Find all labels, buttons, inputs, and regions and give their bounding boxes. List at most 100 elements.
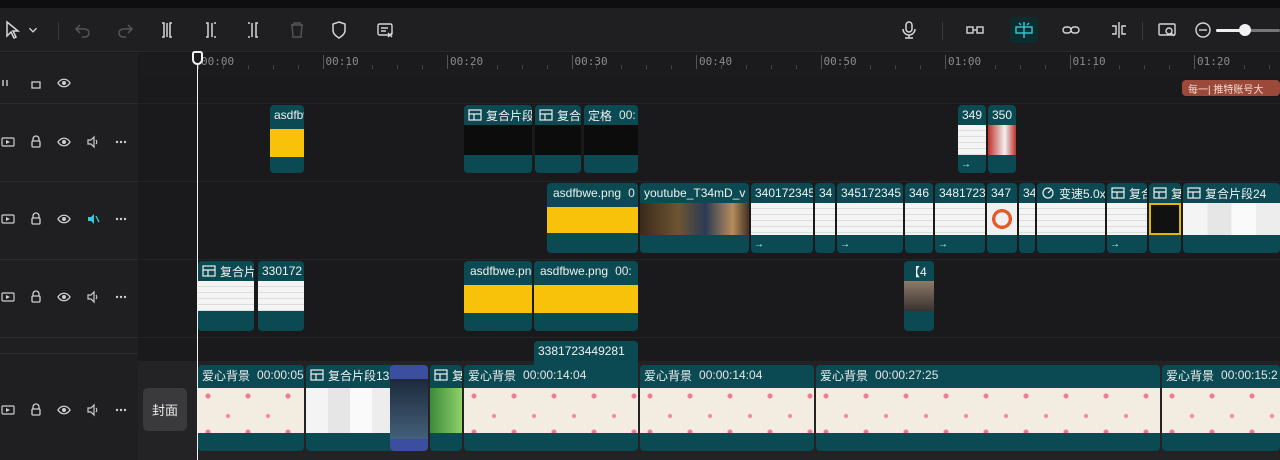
link-main-track-icon[interactable]	[962, 17, 988, 43]
clip[interactable]: 347	[987, 183, 1017, 253]
clip[interactable]: 34	[815, 183, 835, 253]
compound-clip-icon	[468, 109, 482, 121]
lock-icon[interactable]	[28, 211, 44, 227]
clip-duration: 00:00:14:04	[523, 368, 587, 382]
time-ruler[interactable]: 00:00 00:10 00:20 00:30 00:40 00:50 01:00 01:10…	[138, 53, 1280, 75]
select-tool-icon[interactable]	[0, 17, 26, 43]
clip-thumbnail	[935, 203, 985, 235]
speaker-icon[interactable]	[85, 134, 101, 150]
clip-label: 345172345	[837, 183, 903, 203]
eye-icon[interactable]	[56, 402, 72, 418]
lock-icon[interactable]	[28, 289, 44, 305]
muted-speaker-icon[interactable]	[85, 211, 101, 227]
clip[interactable]: 346	[905, 183, 933, 253]
clip[interactable]: 复合片段24	[1183, 183, 1280, 253]
split-right-icon[interactable]	[240, 17, 266, 43]
lock-icon[interactable]	[28, 402, 44, 418]
microphone-icon[interactable]	[896, 17, 922, 43]
clip[interactable]: 330172	[258, 261, 304, 331]
redo-icon[interactable]	[112, 17, 138, 43]
clip[interactable]: asdfbwe.png	[464, 261, 532, 331]
timeline-area[interactable]: asdfbwe.png 复合片段 复合 定格 00: 349 → 350 asdf…	[138, 75, 1280, 460]
clip[interactable]: 340172345 →	[751, 183, 813, 253]
clip[interactable]: 3481723 →	[935, 183, 985, 253]
clip[interactable]: 【4	[904, 261, 934, 331]
zoom-slider[interactable]	[1216, 24, 1280, 36]
delete-icon[interactable]	[284, 17, 310, 43]
auto-caption-icon[interactable]	[372, 17, 398, 43]
lock-icon[interactable]	[28, 75, 44, 91]
clip[interactable]: asdfbwe.png 00:	[534, 261, 638, 331]
split-left-icon[interactable]	[198, 17, 224, 43]
clip-thumbnail	[430, 388, 462, 433]
clip[interactable]: 爱心背景 00:00:27:25	[816, 365, 1160, 451]
toolbar-divider	[1142, 22, 1143, 40]
clip[interactable]: 复合片段13	[306, 365, 394, 451]
clip[interactable]: 定格 00:	[584, 105, 638, 173]
cover-button[interactable]: 封面	[143, 388, 187, 431]
eye-icon[interactable]	[56, 289, 72, 305]
clip-thumbnail	[987, 203, 1017, 235]
preview-quality-icon[interactable]	[1154, 17, 1180, 43]
clip[interactable]: 爱心背景 00:00:14:04	[640, 365, 814, 451]
clip[interactable]: 345172345 →	[837, 183, 903, 253]
zoom-slider-knob[interactable]	[1238, 24, 1251, 36]
playhead-handle[interactable]	[192, 51, 203, 65]
clip[interactable]: 复合片段	[464, 105, 532, 173]
clip[interactable]: 爱心背景 00:00:05	[198, 365, 304, 451]
clip-label: 定格 00:	[584, 105, 638, 125]
ruler-major-tick	[447, 55, 448, 69]
preview-axis-icon[interactable]	[1106, 17, 1132, 43]
clip[interactable]: asdfbwe.png	[270, 105, 304, 173]
ruler-minor-tick	[845, 65, 847, 69]
chevron-down-icon[interactable]	[24, 17, 42, 43]
ruler-major-tick	[945, 55, 946, 69]
clip-label: 346	[905, 183, 933, 203]
transition-arrow-icon: →	[1110, 239, 1120, 250]
playhead[interactable]	[197, 53, 198, 460]
ruler-minor-tick	[895, 65, 897, 69]
eye-icon[interactable]	[56, 211, 72, 227]
ruler-minor-tick	[596, 65, 598, 69]
marker-badge[interactable]: 每一| 推特账号大	[1182, 80, 1280, 96]
marker-shield-icon[interactable]	[326, 17, 352, 43]
split-icon[interactable]	[154, 17, 180, 43]
clip-thumbnail	[1162, 388, 1280, 433]
speaker-icon[interactable]	[85, 402, 101, 418]
video-track-icon	[0, 289, 16, 305]
undo-icon[interactable]	[70, 17, 96, 43]
clip[interactable]: asdfbwe.png 0	[547, 183, 638, 253]
clip[interactable]: 复	[1149, 183, 1181, 253]
eye-icon[interactable]	[56, 134, 72, 150]
ruler-minor-tick	[621, 65, 623, 69]
clip[interactable]: 复合	[535, 105, 581, 173]
clip[interactable]: 复合 →	[1107, 183, 1147, 253]
zoom-out-icon[interactable]	[1190, 17, 1216, 43]
clip[interactable]: 复	[430, 365, 462, 451]
clip[interactable]: 变速5.0x	[1037, 183, 1105, 253]
magnet-snap-icon[interactable]	[1010, 17, 1038, 43]
clip-label: 3481723	[935, 183, 985, 203]
lock-icon[interactable]	[28, 134, 44, 150]
more-icon[interactable]	[113, 289, 129, 305]
clip[interactable]: youtube_T34mD_v	[640, 183, 749, 253]
clip-name: 34	[819, 186, 833, 200]
clip-name: 【4	[908, 264, 927, 279]
clip-thumbnail	[1037, 203, 1105, 235]
link-clips-icon[interactable]	[1058, 17, 1084, 43]
selected-clip[interactable]	[390, 365, 428, 451]
clip-thumbnail	[1183, 203, 1280, 235]
clip[interactable]: 350	[988, 105, 1016, 173]
clip-label: 34	[1019, 183, 1035, 203]
eye-icon[interactable]	[56, 75, 72, 91]
more-icon[interactable]	[113, 211, 129, 227]
clip[interactable]: 34	[1019, 183, 1035, 253]
more-icon[interactable]	[113, 402, 129, 418]
clip[interactable]: 爱心背景 00:00:14:04	[464, 365, 638, 451]
clip[interactable]: 349 →	[958, 105, 986, 173]
more-icon[interactable]	[113, 134, 129, 150]
clip[interactable]: 复合片	[198, 261, 254, 331]
clip[interactable]: 爱心背景 00:00:15:2	[1162, 365, 1280, 451]
speaker-icon[interactable]	[85, 289, 101, 305]
clip-name: 345172345	[841, 186, 902, 200]
